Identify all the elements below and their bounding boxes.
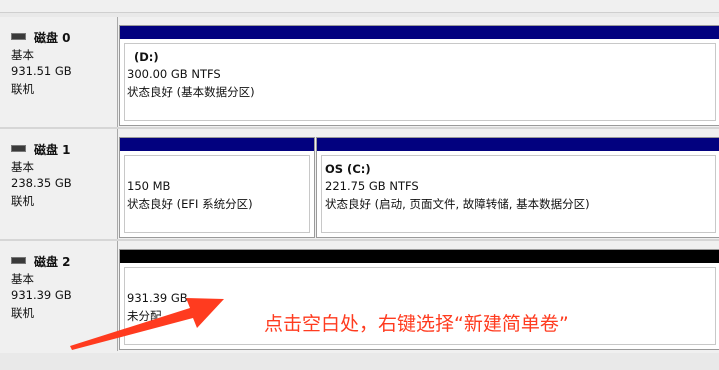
arrow-shape — [70, 298, 224, 350]
annotation-text: 点击空白处，右键选择“新建简单卷” — [264, 313, 569, 335]
